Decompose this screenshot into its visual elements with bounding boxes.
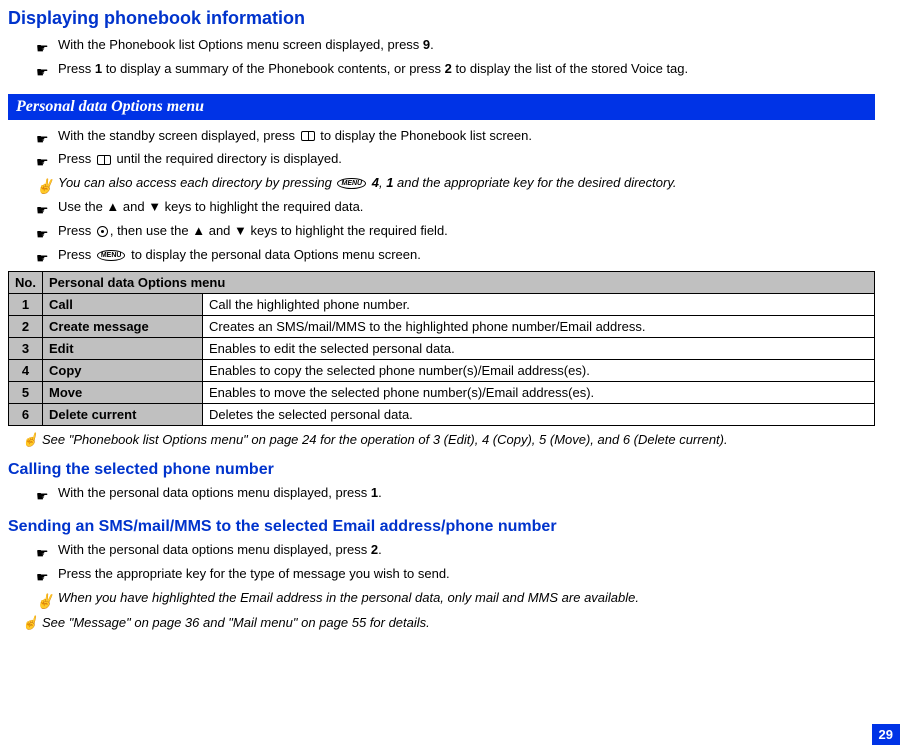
row-number: 4 — [9, 360, 43, 382]
row-number: 3 — [9, 338, 43, 360]
text: to display the personal data Options men… — [127, 247, 420, 262]
pointer-icon: ☛ — [36, 199, 49, 221]
table-header-menu: Personal data Options menu — [43, 272, 875, 294]
row-number: 2 — [9, 316, 43, 338]
row-description: Enables to edit the selected personal da… — [203, 338, 875, 360]
row-description: Call the highlighted phone number. — [203, 294, 875, 316]
table-row: 1CallCall the highlighted phone number. — [9, 294, 875, 316]
pointer-icon: ☛ — [36, 566, 49, 588]
cross-reference: ☝ See "Message" on page 36 and "Mail men… — [22, 615, 875, 630]
text: With the personal data options menu disp… — [58, 485, 371, 500]
key-label: 4 — [372, 175, 379, 190]
table-row: 5MoveEnables to move the selected phone … — [9, 382, 875, 404]
row-description: Deletes the selected personal data. — [203, 404, 875, 426]
phonebook-key-icon — [97, 155, 111, 165]
row-number: 6 — [9, 404, 43, 426]
section4-list: ☛ With the personal data options menu di… — [36, 540, 875, 608]
text: . — [378, 485, 382, 500]
list-item: ☛ With the Phonebook list Options menu s… — [36, 35, 875, 56]
text: Press — [58, 247, 95, 262]
text: Use the ▲ and ▼ keys to highlight the re… — [58, 199, 363, 214]
key-label: 2 — [445, 61, 452, 76]
text: , then use the ▲ and ▼ keys to highlight… — [110, 223, 448, 238]
table-row: 4CopyEnables to copy the selected phone … — [9, 360, 875, 382]
nav-key-icon — [97, 226, 108, 237]
row-command: Move — [43, 382, 203, 404]
text: You can also access each directory by pr… — [58, 175, 335, 190]
row-command: Edit — [43, 338, 203, 360]
section3-list: ☛ With the personal data options menu di… — [36, 483, 875, 504]
list-item-note: ✌ When you have highlighted the Email ad… — [36, 588, 875, 609]
row-command: Create message — [43, 316, 203, 338]
pointer-icon: ☛ — [36, 542, 49, 564]
list-item: ☛ Use the ▲ and ▼ keys to highlight the … — [36, 197, 875, 218]
section2-list: ☛ With the standby screen displayed, pre… — [36, 126, 875, 266]
table-row: 3EditEnables to edit the selected person… — [9, 338, 875, 360]
text: to display the list of the stored Voice … — [452, 61, 688, 76]
pointer-icon: ☛ — [36, 223, 49, 245]
key-label: 1 — [95, 61, 102, 76]
row-description: Enables to copy the selected phone numbe… — [203, 360, 875, 382]
list-item: ☛ Press MENU to display the personal dat… — [36, 245, 875, 266]
point-up-icon: ☝ — [22, 615, 38, 631]
pointer-icon: ☛ — [36, 37, 49, 59]
pointer-icon: ☛ — [36, 151, 49, 173]
text: and the appropriate key for the desired … — [393, 175, 676, 190]
heading-displaying-phonebook: Displaying phonebook information — [8, 8, 875, 29]
row-command: Call — [43, 294, 203, 316]
hand-icon: ✌ — [36, 590, 53, 612]
heading-calling-selected: Calling the selected phone number — [8, 461, 875, 479]
list-item: ☛ With the standby screen displayed, pre… — [36, 126, 875, 147]
text: Press — [58, 223, 95, 238]
text: With the standby screen displayed, press — [58, 128, 299, 143]
text: Press the appropriate key for the type o… — [58, 566, 450, 581]
text: until the required directory is displaye… — [113, 151, 342, 166]
list-item: ☛ With the personal data options menu di… — [36, 540, 875, 561]
heading-sending-sms: Sending an SMS/mail/MMS to the selected … — [8, 518, 875, 536]
list-item: ☛ With the personal data options menu di… — [36, 483, 875, 504]
hand-icon: ✌ — [36, 175, 53, 197]
table-row: 6Delete currentDeletes the selected pers… — [9, 404, 875, 426]
section1-list: ☛ With the Phonebook list Options menu s… — [36, 35, 875, 80]
menu-key-icon: MENU — [97, 250, 126, 261]
list-item: ☛ Press until the required directory is … — [36, 149, 875, 170]
text: With the Phonebook list Options menu scr… — [58, 37, 423, 52]
table-header-no: No. — [9, 272, 43, 294]
point-up-icon: ☝ — [22, 432, 38, 448]
row-number: 5 — [9, 382, 43, 404]
cross-reference: ☝ See "Phonebook list Options menu" on p… — [22, 432, 875, 447]
row-command: Delete current — [43, 404, 203, 426]
page-number: 29 — [872, 724, 900, 745]
list-item: ☛ Press the appropriate key for the type… — [36, 564, 875, 585]
row-description: Creates an SMS/mail/MMS to the highlight… — [203, 316, 875, 338]
pointer-icon: ☛ — [36, 247, 49, 269]
list-item-note: ✌ You can also access each directory by … — [36, 173, 875, 194]
cross-ref-text: See "Phonebook list Options menu" on pag… — [42, 432, 728, 447]
row-description: Enables to move the selected phone numbe… — [203, 382, 875, 404]
text: Press — [58, 151, 95, 166]
text: Press — [58, 61, 95, 76]
list-item: ☛ Press , then use the ▲ and ▼ keys to h… — [36, 221, 875, 242]
pointer-icon: ☛ — [36, 128, 49, 150]
pointer-icon: ☛ — [36, 61, 49, 83]
text: . — [430, 37, 434, 52]
menu-key-icon: MENU — [337, 178, 366, 189]
cross-ref-text: See "Message" on page 36 and "Mail menu"… — [42, 615, 430, 630]
row-number: 1 — [9, 294, 43, 316]
options-menu-table: No. Personal data Options menu 1CallCall… — [8, 271, 875, 426]
text: With the personal data options menu disp… — [58, 542, 371, 557]
table-row: 2Create messageCreates an SMS/mail/MMS t… — [9, 316, 875, 338]
text: When you have highlighted the Email addr… — [58, 590, 639, 605]
text: to display the Phonebook list screen. — [317, 128, 532, 143]
row-command: Copy — [43, 360, 203, 382]
section-banner-personal-data: Personal data Options menu — [8, 94, 875, 120]
text: to display a summary of the Phonebook co… — [102, 61, 445, 76]
phonebook-key-icon — [301, 131, 315, 141]
text: . — [378, 542, 382, 557]
pointer-icon: ☛ — [36, 485, 49, 507]
list-item: ☛ Press 1 to display a summary of the Ph… — [36, 59, 875, 80]
